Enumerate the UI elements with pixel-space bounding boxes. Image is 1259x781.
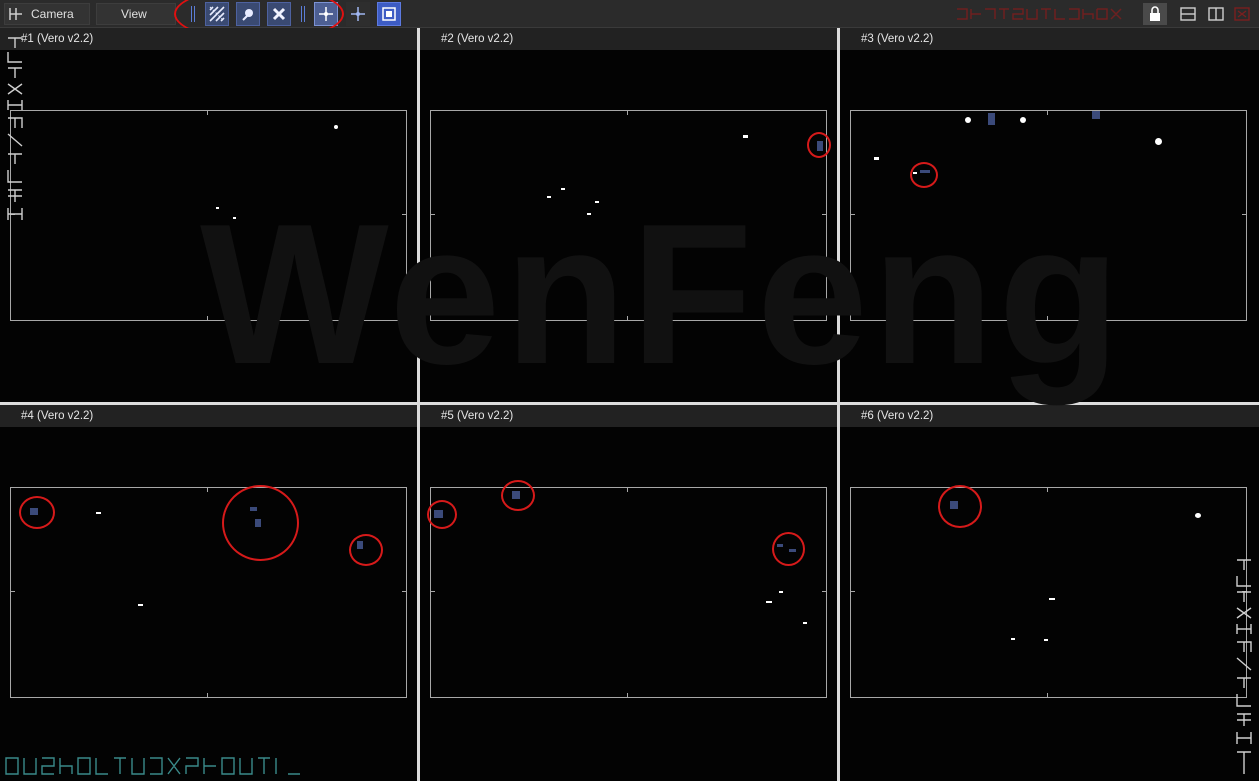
status-glitch-graphic <box>957 8 1122 20</box>
highlight-circle <box>501 480 535 511</box>
highlight-circle <box>19 496 55 529</box>
marker <box>1195 513 1201 518</box>
marker <box>1020 117 1026 123</box>
camera-menu-button[interactable]: Camera <box>4 3 90 25</box>
camera-menu-label: Camera <box>31 7 74 21</box>
camera-icon <box>9 8 22 20</box>
view-menu-label: View <box>121 7 147 21</box>
highlight-circle <box>349 534 383 566</box>
right-glitch-graphic <box>1236 559 1252 774</box>
view-title: #3 (Vero v2.2) <box>840 28 1259 50</box>
split-horizontal-icon <box>1180 7 1196 21</box>
marker <box>874 157 879 160</box>
split-vertical-icon <box>1208 7 1224 21</box>
marker <box>779 591 783 593</box>
highlight-circle <box>938 485 982 528</box>
marker <box>96 512 101 514</box>
view-frame <box>430 487 827 698</box>
toolbar: Camera View <box>0 0 1259 42</box>
camera-view-6[interactable]: #6 (Vero v2.2) <box>840 405 1259 781</box>
view-frame <box>10 487 407 698</box>
split-horizontal-button[interactable] <box>1176 3 1200 25</box>
crosshair-icon <box>351 7 365 21</box>
marker <box>743 135 748 138</box>
marker <box>1011 638 1015 640</box>
marker <box>138 604 143 606</box>
split-vertical-button[interactable] <box>1204 3 1228 25</box>
camera-view-4[interactable]: #4 (Vero v2.2) <box>0 405 417 781</box>
lock-icon <box>1150 6 1160 21</box>
view-title: #2 (Vero v2.2) <box>420 28 837 50</box>
left-glitch-graphic <box>7 37 23 220</box>
view-menu-button[interactable]: View <box>96 3 176 25</box>
view-title: #1 (Vero v2.2) <box>0 28 417 50</box>
crosshair-tool-button[interactable] <box>346 2 370 26</box>
blob <box>1092 111 1100 119</box>
camera-view-5[interactable]: #5 (Vero v2.2) <box>420 405 837 781</box>
bottom-glitch-graphic <box>5 757 300 775</box>
frame-icon <box>382 7 396 21</box>
marker <box>766 601 772 603</box>
highlight-circle <box>772 532 805 566</box>
highlight-circle <box>222 485 299 561</box>
marker <box>1155 138 1162 145</box>
blob <box>988 113 995 125</box>
watermark: WenFeng <box>200 183 1125 406</box>
marker <box>334 125 338 129</box>
close-view-button[interactable] <box>1230 3 1254 25</box>
frame-tool-button[interactable] <box>377 2 401 26</box>
marker <box>965 117 971 123</box>
highlight-circle <box>807 132 831 158</box>
marker <box>1049 598 1055 600</box>
marker <box>803 622 807 624</box>
close-icon <box>1234 7 1250 21</box>
view-frame <box>850 487 1247 698</box>
lock-button[interactable] <box>1143 3 1167 25</box>
highlight-circle <box>427 500 457 529</box>
marker <box>1044 639 1048 641</box>
